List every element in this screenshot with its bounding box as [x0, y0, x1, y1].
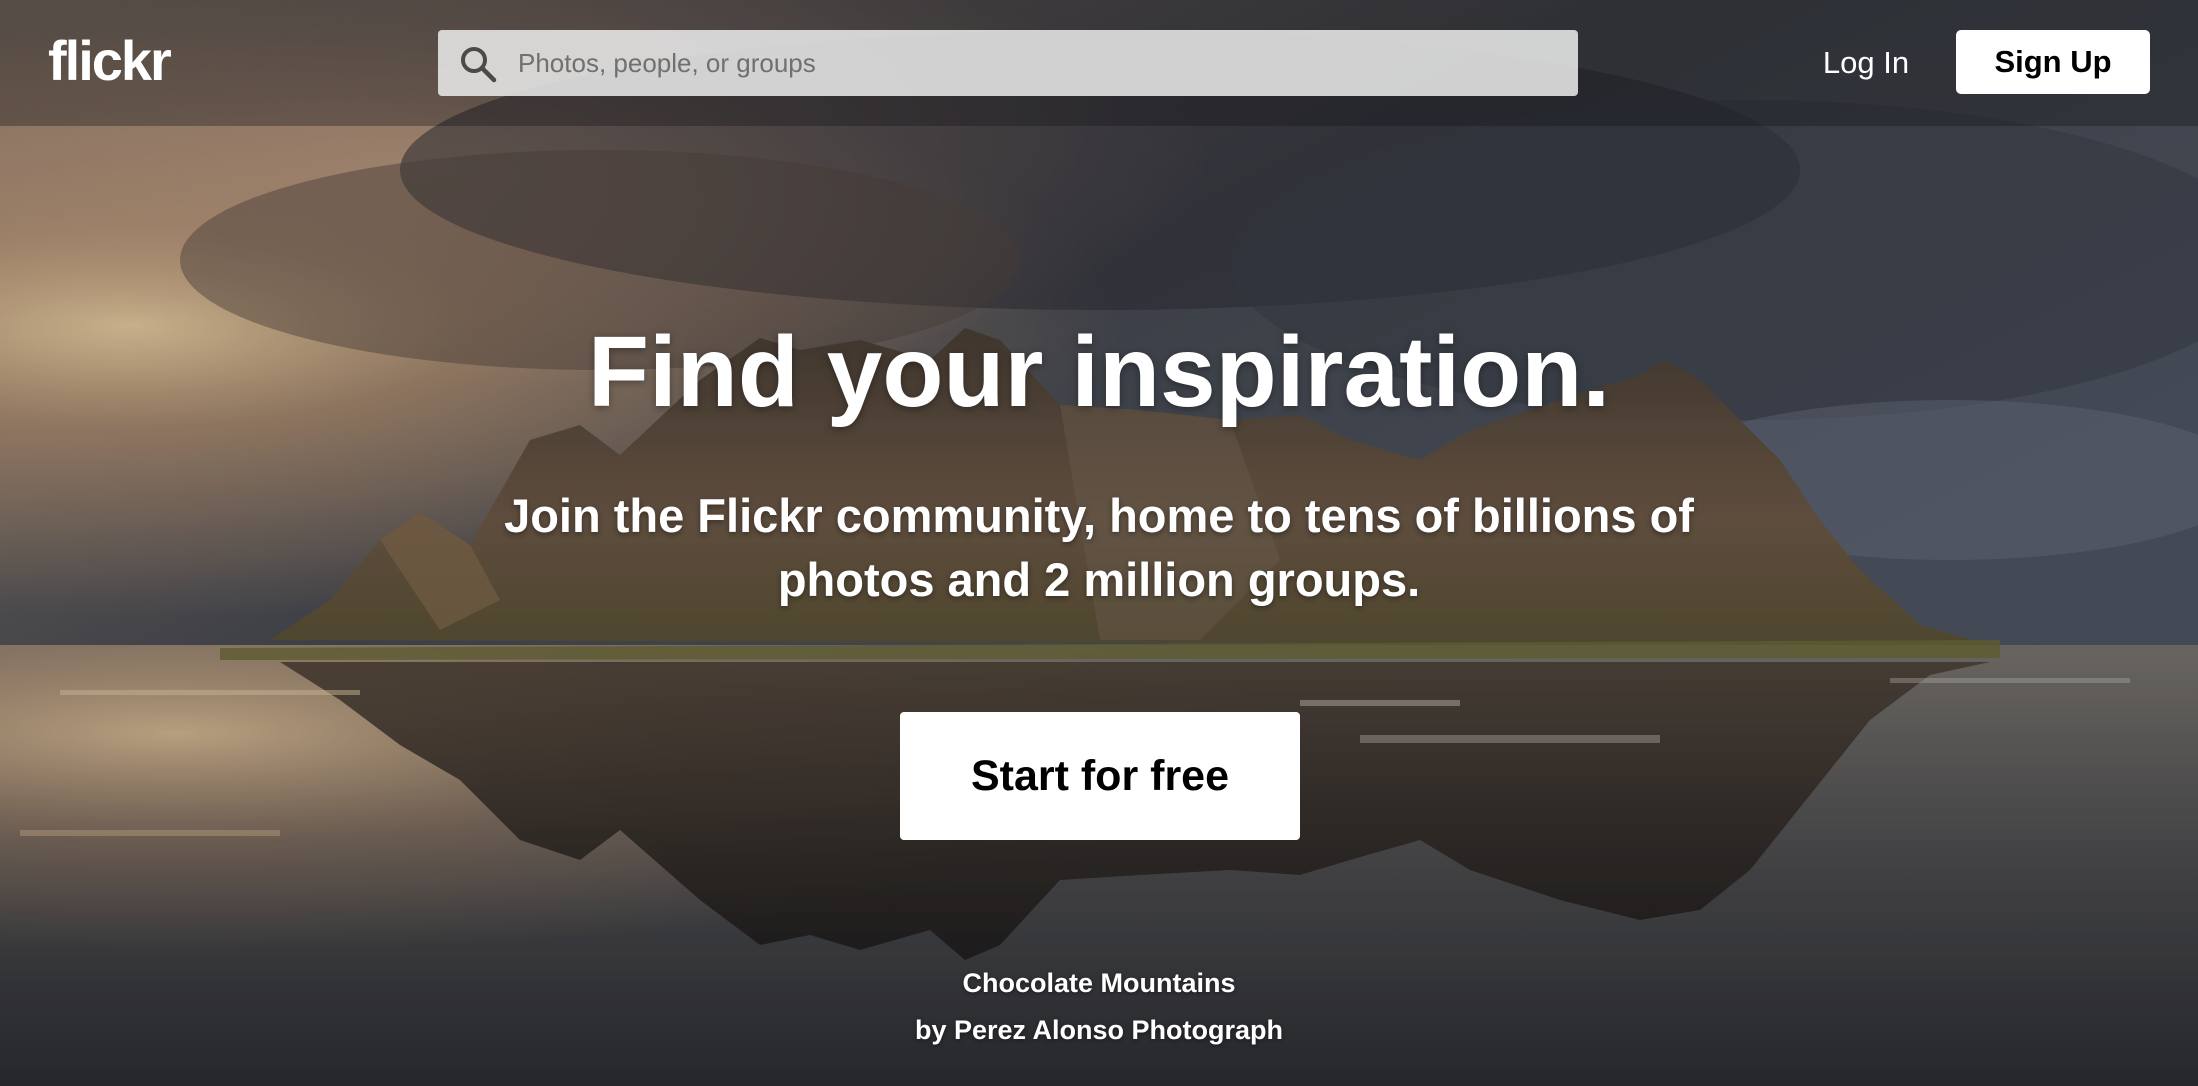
search-input[interactable]	[518, 30, 1558, 96]
start-for-free-button[interactable]: Start for free	[900, 712, 1300, 840]
top-navigation-bar: flickr Log In Sign Up	[0, 0, 2198, 126]
hero-section: flickr Log In Sign Up Find your inspirat…	[0, 0, 2198, 1086]
photo-credit-author[interactable]: by Perez Alonso Photograph	[0, 1015, 2198, 1046]
login-link[interactable]: Log In	[1796, 30, 1936, 96]
hero-headline: Find your inspiration.	[587, 316, 1611, 428]
flickr-logo[interactable]: flickr	[48, 26, 172, 96]
signup-button[interactable]: Sign Up	[1956, 30, 2150, 94]
search-icon[interactable]	[458, 44, 498, 84]
search-box[interactable]	[438, 30, 1578, 96]
hero-subheadline: Join the Flickr community, home to tens …	[504, 489, 1694, 606]
photo-credit-title[interactable]: Chocolate Mountains	[0, 968, 2198, 999]
